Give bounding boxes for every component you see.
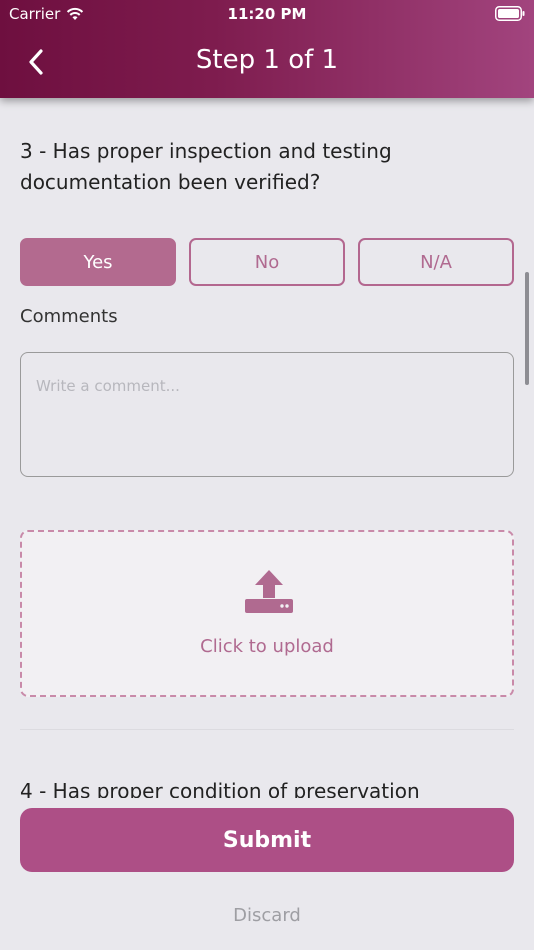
app-header: Carrier 11:20 PM Step 1 of 1 [0, 0, 534, 98]
divider [20, 729, 514, 730]
page-title: Step 1 of 1 [195, 45, 339, 75]
comment-input[interactable]: Write a comment... [20, 352, 514, 477]
comment-placeholder: Write a comment... [36, 377, 180, 395]
question-text: 3 - Has proper inspection and testing do… [20, 139, 392, 194]
answer-yes-button[interactable]: Yes [20, 238, 176, 286]
status-bar: Carrier 11:20 PM [0, 0, 534, 28]
upload-dropzone[interactable]: Click to upload [20, 530, 514, 697]
upload-label: Click to upload [200, 636, 334, 657]
answer-options: Yes No N/A [20, 238, 514, 286]
upload-icon [245, 570, 293, 613]
status-time: 11:20 PM [227, 5, 307, 23]
submit-button[interactable]: Submit [20, 808, 514, 872]
answer-na-button[interactable]: N/A [358, 238, 514, 286]
answer-no-button[interactable]: No [189, 238, 345, 286]
battery-icon [495, 6, 525, 21]
next-question-text: 4 - Has proper condition of preservation [20, 779, 420, 798]
comments-label: Comments [20, 306, 118, 327]
discard-button[interactable]: Discard [0, 905, 534, 926]
scrollbar[interactable] [525, 272, 529, 385]
form-content: 3 - Has proper inspection and testing do… [0, 98, 534, 798]
